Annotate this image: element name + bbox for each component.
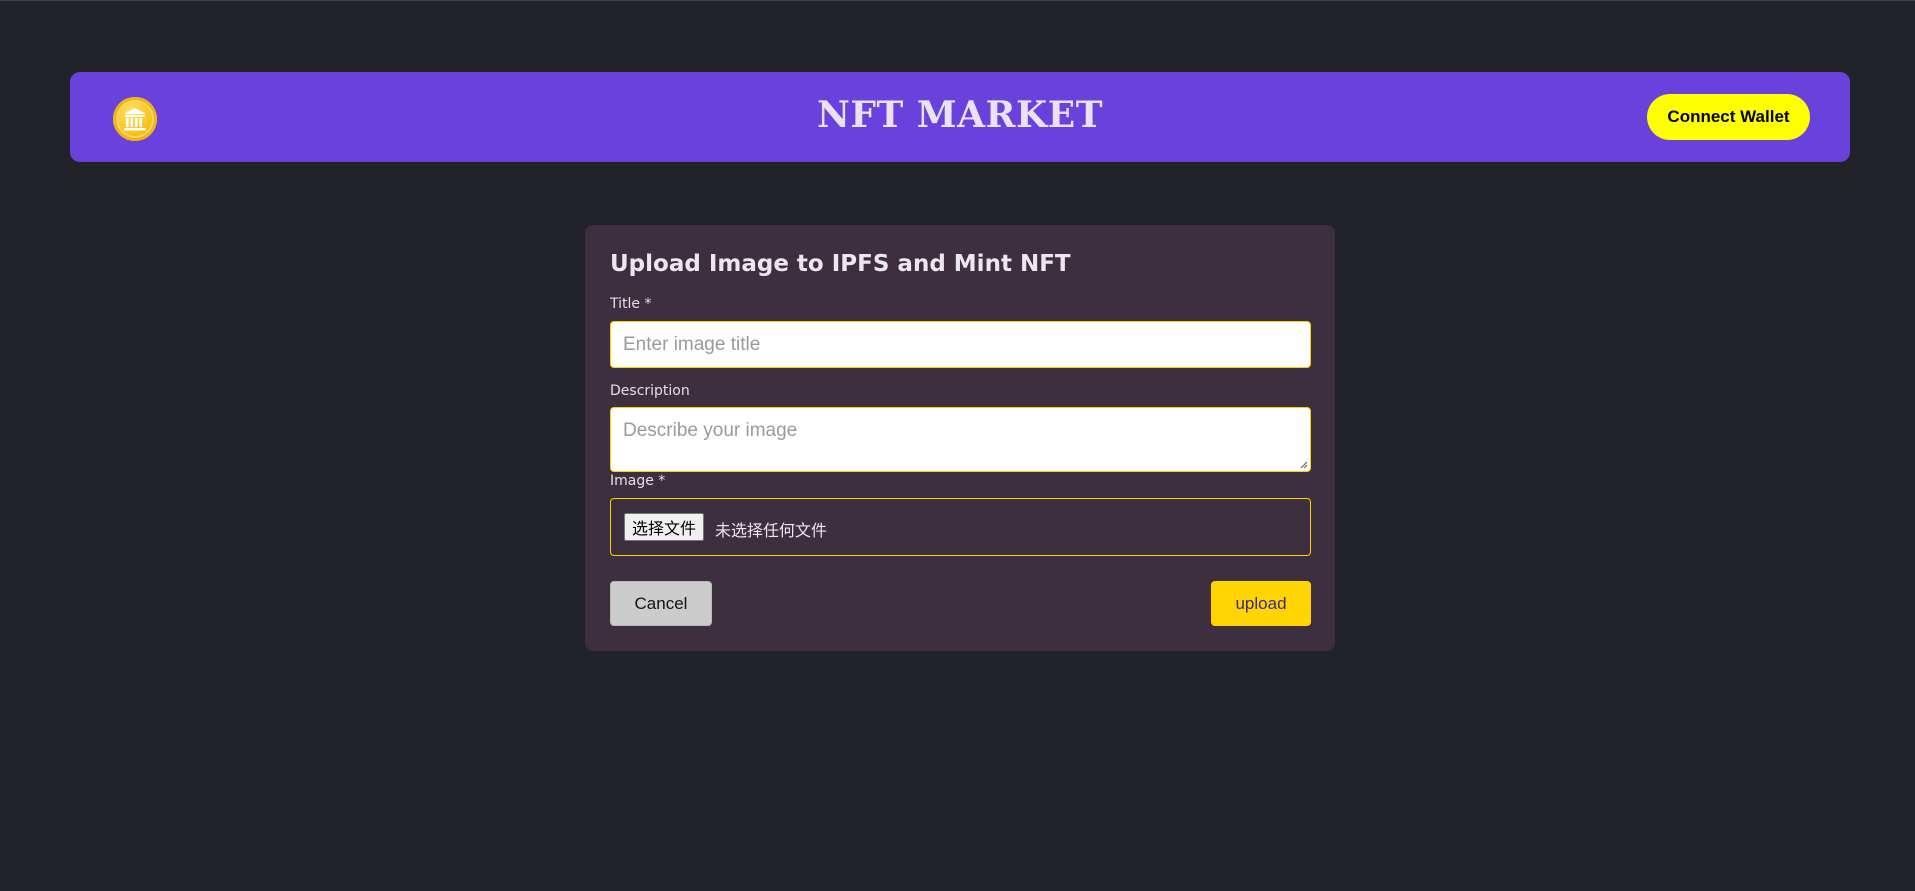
cancel-button[interactable]: Cancel [610,581,712,626]
resize-grip-icon[interactable] [1300,461,1308,469]
description-label: Description [610,383,690,399]
description-textarea[interactable] [610,407,1311,472]
description-wrapper [610,407,1311,472]
upload-form-card: Upload Image to IPFS and Mint NFT Title … [585,225,1335,651]
file-status-text: 未选择任何文件 [715,521,828,540]
connect-wallet-button[interactable]: Connect Wallet [1647,94,1810,140]
navbar: NFT MARKET Connect Wallet [70,72,1850,162]
title-input[interactable] [610,321,1311,368]
choose-file-button[interactable]: 选择文件 [624,513,705,541]
title-label: Title * [610,296,652,312]
image-label: Image * [610,473,666,489]
upload-button[interactable]: upload [1211,581,1311,626]
form-title: Upload Image to IPFS and Mint NFT [610,251,1071,277]
image-file-input[interactable]: 选择文件 未选择任何文件 [610,498,1311,556]
brand-title: NFT MARKET [816,94,1103,136]
